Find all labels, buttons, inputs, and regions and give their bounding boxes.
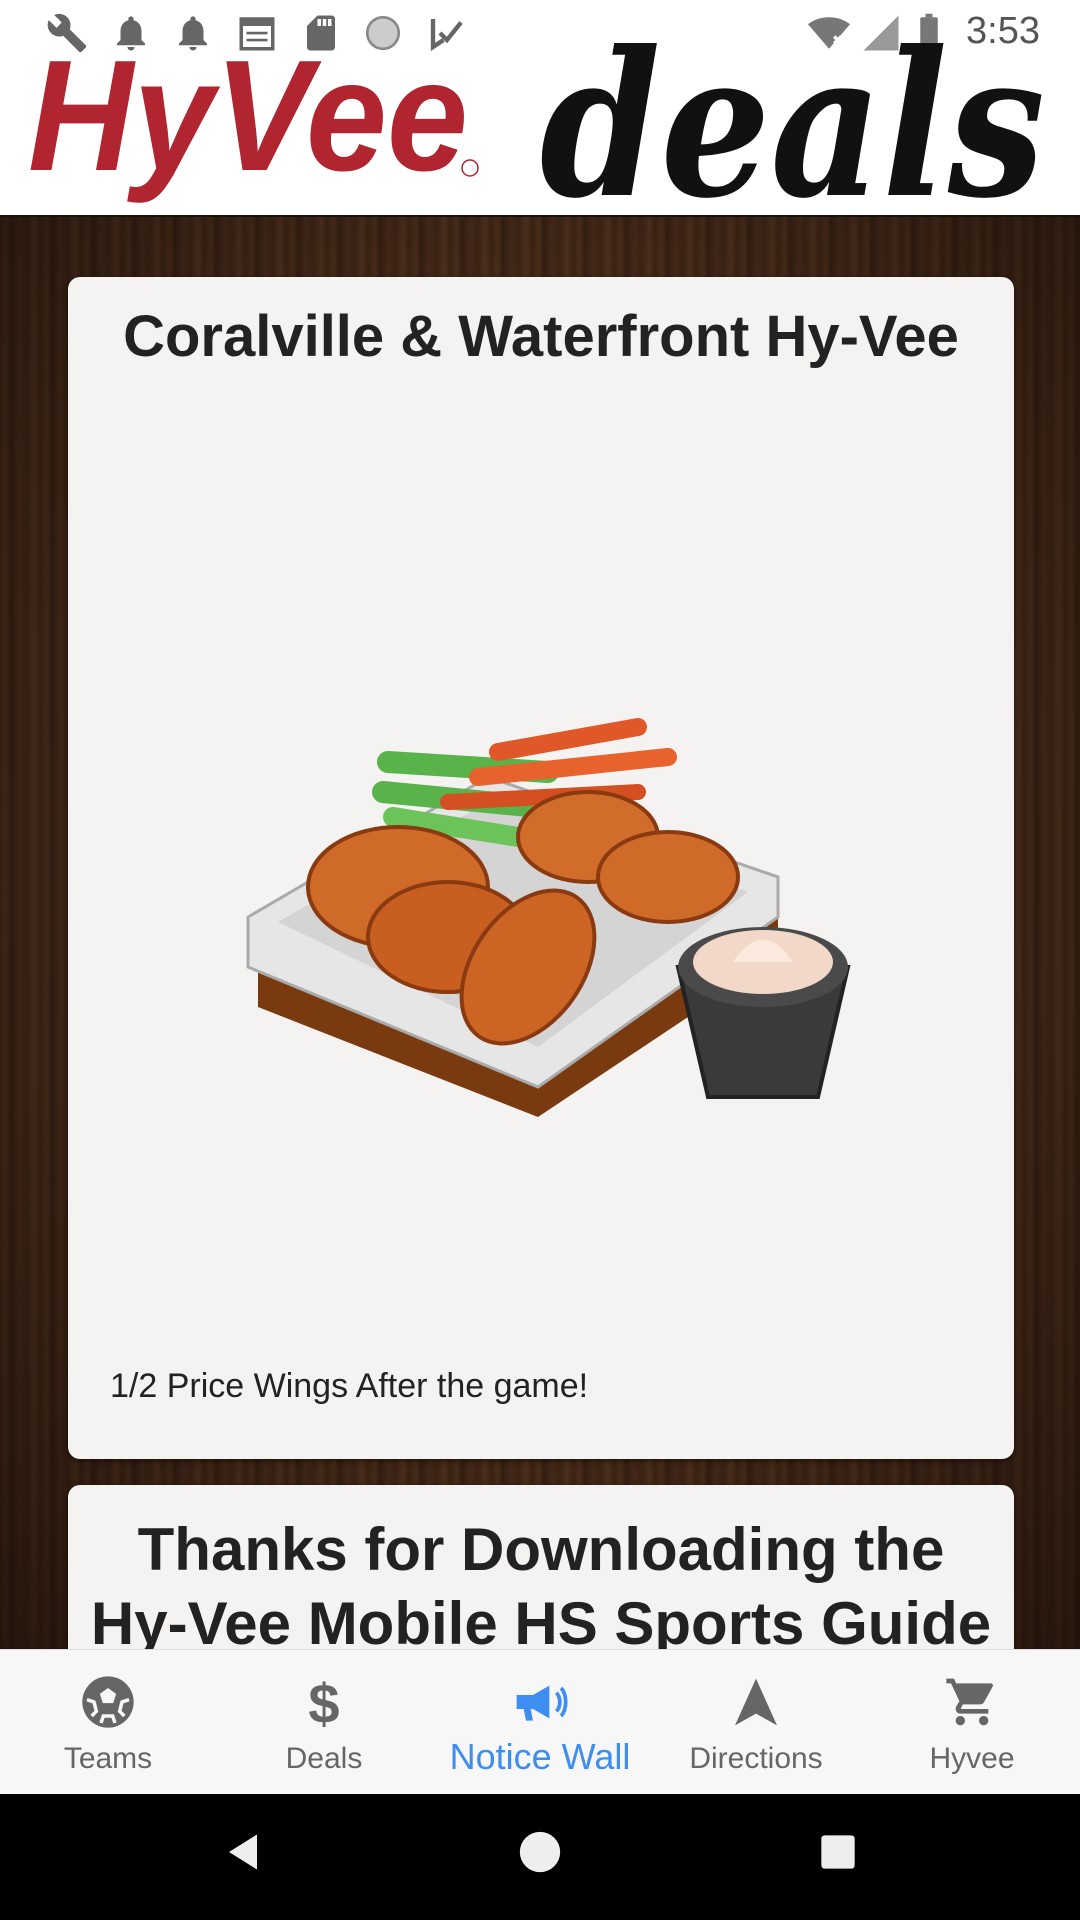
hyvee-logo: HyVee <box>28 42 479 204</box>
cart-icon <box>946 1678 993 1726</box>
bottom-navigation: Teams $ Deals Notice Wall Directions Hyv… <box>0 1649 1080 1795</box>
nav-label: Deals <box>285 1742 363 1775</box>
system-navigation-bar <box>0 1794 1080 1920</box>
wings-image <box>246 718 851 1117</box>
navigation-arrow-icon <box>735 1678 777 1726</box>
nav-item-deals[interactable]: $ Deals <box>216 1650 432 1795</box>
nav-item-hyvee[interactable]: Hyvee <box>864 1650 1080 1795</box>
card-title: Thanks for Downloading the Hy-Vee Mobile… <box>90 1516 992 1649</box>
recents-icon[interactable] <box>818 1832 858 1872</box>
dollar-icon: $ <box>308 1672 339 1732</box>
nav-item-teams[interactable]: Teams <box>0 1650 216 1795</box>
back-icon[interactable] <box>222 1830 264 1874</box>
megaphone-icon <box>516 1685 568 1721</box>
svg-text:deals: deals <box>540 8 1045 215</box>
home-icon[interactable] <box>518 1830 562 1874</box>
nav-item-directions[interactable]: Directions <box>648 1650 864 1795</box>
svg-text:$: $ <box>308 1672 339 1732</box>
card-caption: 1/2 Price Wings After the game! <box>110 1367 589 1405</box>
notice-card[interactable]: Thanks for Downloading the Hy-Vee Mobile… <box>68 1485 1014 1649</box>
nav-label: Hyvee <box>929 1742 1015 1775</box>
app-header: 3:53 HyVee deals <box>0 0 1080 217</box>
nav-label: Teams <box>63 1742 153 1775</box>
nav-item-notice-wall[interactable]: Notice Wall <box>432 1650 648 1795</box>
notice-card[interactable]: Coralville & Waterfront Hy-Vee 1/2 Price… <box>68 277 1014 1459</box>
deals-logo: deals <box>540 8 1045 215</box>
card-title: Coralville & Waterfront Hy-Vee <box>123 304 959 369</box>
notice-wall-feed[interactable]: Coralville & Waterfront Hy-Vee 1/2 Price… <box>0 217 1080 1649</box>
svg-text:HyVee: HyVee <box>28 42 468 204</box>
nav-label: Directions <box>689 1742 823 1775</box>
nav-label: Notice Wall <box>449 1736 631 1777</box>
soccer-ball-icon <box>82 1676 134 1728</box>
